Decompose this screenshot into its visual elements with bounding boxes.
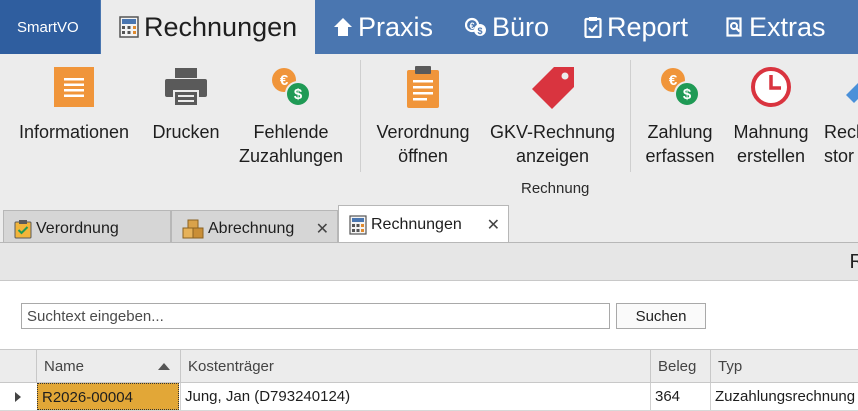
money-icon: € $	[465, 17, 487, 37]
search-input[interactable]	[21, 303, 610, 329]
menu-tab-praxis[interactable]: Praxis	[333, 0, 433, 54]
verordnung-oeffnen-label: Verordnung öffnen	[376, 122, 470, 166]
svg-text:$: $	[294, 86, 303, 103]
menu-tab-label: Extras	[749, 12, 826, 42]
ribbon: Informationen Drucken € $ Fehlende Zuzahl…	[0, 54, 858, 204]
menu-tab-label: Rechnungen	[144, 12, 298, 42]
svg-text:$: $	[683, 86, 692, 103]
svg-text:$: $	[477, 26, 482, 36]
rechnungen-panel: R Suchen Name Kostenträger Beleg Typ R20…	[0, 242, 858, 411]
clipboard-check-icon	[14, 219, 32, 239]
app-name: SmartVO	[0, 0, 100, 54]
sort-ascending-icon	[158, 363, 170, 370]
menu-tab-label: Büro	[492, 12, 550, 42]
column-header-typ[interactable]: Typ	[710, 350, 858, 383]
document-tabstrip: Verordnung Abrechnung ✕ Rechnungen ✕	[0, 204, 858, 246]
search-button[interactable]: Suchen	[616, 303, 706, 329]
menu-tab-extras[interactable]: Extras	[726, 0, 826, 54]
tab-label: Rechnungen	[371, 215, 462, 233]
close-icon[interactable]: ✕	[316, 219, 329, 239]
mahnung-erstellen-button[interactable]: Mahnung erstellen	[726, 64, 816, 168]
tab-rechnungen[interactable]: Rechnungen ✕	[338, 205, 509, 243]
zahlung-erfassen-label: Zahlung erfassen	[645, 122, 715, 166]
zahlung-erfassen-button[interactable]: € $ Zahlung erfassen	[637, 64, 723, 168]
verordnung-oeffnen-button[interactable]: Verordnung öffnen	[369, 64, 477, 168]
cell-kostentraeger[interactable]: Jung, Jan (D793240124)	[180, 383, 650, 410]
cell-typ[interactable]: Zuzahlungsrechnung	[710, 383, 858, 410]
list-icon	[8, 64, 140, 110]
menu-tab-label: Report	[607, 12, 689, 42]
printer-icon	[143, 64, 229, 110]
menu-tab-buero[interactable]: € $ Büro	[465, 0, 549, 54]
tab-verordnung[interactable]: Verordnung	[3, 210, 171, 246]
boxes-icon	[182, 219, 204, 239]
row-indicator-icon	[15, 392, 21, 402]
home-icon	[333, 17, 353, 37]
rechnung-stornieren-button[interactable]: Rech stor	[820, 64, 858, 168]
euro-dollar-coins-icon: € $	[637, 64, 723, 110]
calculator-icon	[349, 214, 367, 235]
column-header-kostentraeger[interactable]: Kostenträger	[180, 350, 650, 383]
panel-title: R	[849, 251, 858, 273]
partial-icon	[820, 64, 858, 110]
menu-tab-report[interactable]: Report	[584, 0, 688, 54]
euro-dollar-coins-icon: € $	[231, 64, 351, 110]
gkv-rechnung-anzeigen-button[interactable]: GKV-Rechnung anzeigen	[484, 64, 621, 168]
ribbon-separator	[630, 60, 631, 172]
clipboard-check-icon	[584, 16, 602, 38]
clipboard-icon	[369, 64, 477, 110]
mahnung-erstellen-label: Mahnung erstellen	[733, 122, 809, 166]
menu-tab-label: Praxis	[358, 12, 434, 42]
cell-beleg[interactable]: 364	[650, 383, 710, 410]
tab-label: Verordnung	[36, 219, 119, 237]
cell-name[interactable]: R2026-00004	[37, 383, 179, 410]
informationen-button[interactable]: Informationen	[8, 64, 140, 144]
ribbon-group-label: Rechnung	[521, 180, 590, 197]
clock-icon	[726, 64, 816, 110]
ribbon-separator	[360, 60, 361, 172]
fehlende-zuzahlungen-button[interactable]: € $ Fehlende Zuzahlungen	[231, 64, 351, 168]
svg-text:€: €	[469, 21, 474, 31]
rechnung-stornieren-label: Rech stor	[824, 122, 858, 166]
column-header-beleg[interactable]: Beleg	[650, 350, 710, 383]
close-icon[interactable]: ✕	[487, 215, 500, 235]
table-row[interactable]: R2026-00004 Jung, Jan (D793240124) 364 Z…	[0, 383, 858, 411]
calculator-icon	[119, 16, 139, 38]
gkv-rechnung-anzeigen-label: GKV-Rechnung anzeigen	[489, 122, 616, 166]
top-menu-bar: SmartVO Rechnungen Praxis € $ Büro Report…	[0, 0, 858, 54]
table-header: Name Kostenträger Beleg Typ	[0, 349, 858, 383]
drucken-label: Drucken	[152, 122, 220, 142]
drucken-button[interactable]: Drucken	[143, 64, 229, 144]
document-search-icon	[726, 17, 744, 37]
column-header-name[interactable]: Name	[36, 350, 180, 383]
informationen-label: Informationen	[18, 122, 130, 142]
menu-tab-rechnungen[interactable]: Rechnungen	[101, 0, 315, 54]
fehlende-zuzahlungen-label: Fehlende Zuzahlungen	[238, 122, 344, 166]
tag-icon	[484, 64, 621, 110]
tab-label: Abrechnung	[208, 219, 295, 237]
tab-abrechnung[interactable]: Abrechnung ✕	[171, 210, 338, 246]
panel-header: R	[0, 243, 858, 281]
